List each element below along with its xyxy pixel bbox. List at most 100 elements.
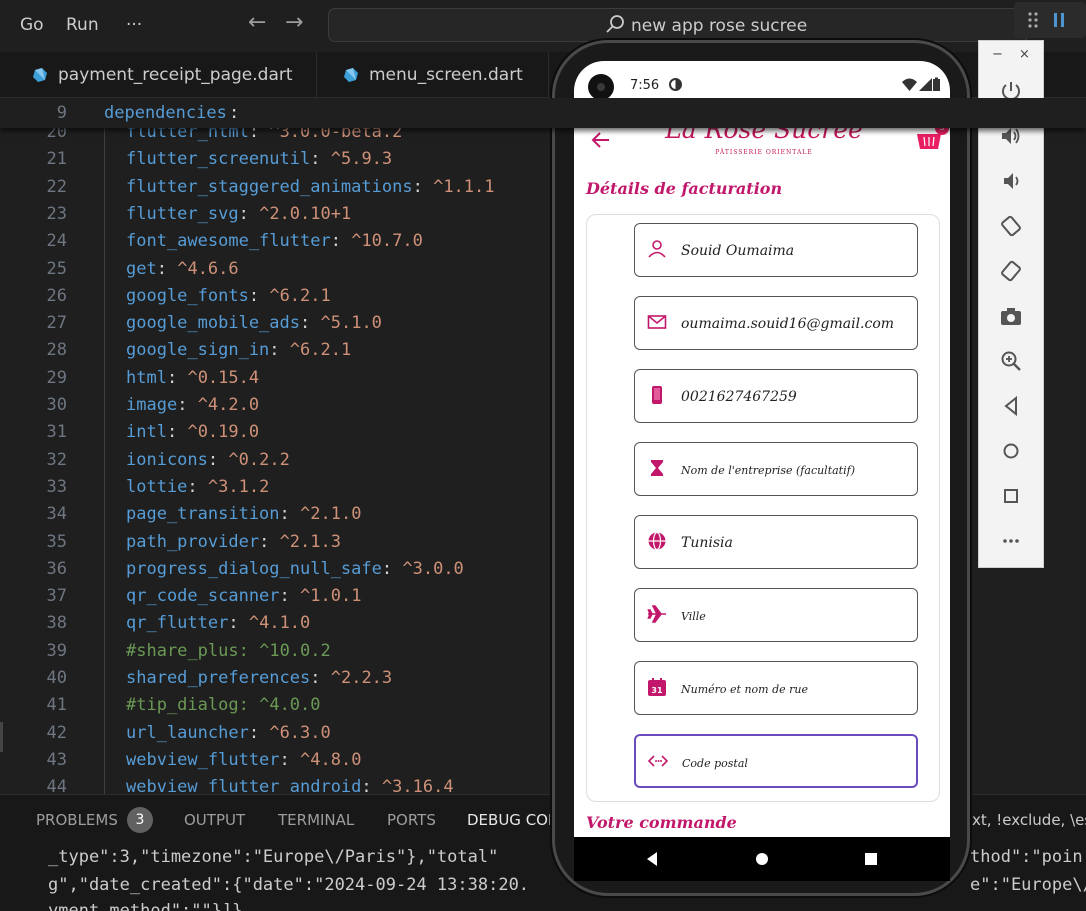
command-center-search[interactable]: new app rose sucree bbox=[328, 8, 1028, 42]
menu-run[interactable]: Run bbox=[66, 15, 99, 35]
dart-icon bbox=[344, 68, 358, 82]
phone-field[interactable]: 0021627467259 bbox=[634, 369, 918, 423]
panel-tab-debug-console[interactable]: DEBUG CON bbox=[467, 811, 559, 829]
panel-tab-ports[interactable]: PORTS bbox=[387, 811, 436, 829]
camera-icon[interactable] bbox=[999, 304, 1023, 328]
dependency-version: ^4.0.0 bbox=[259, 695, 321, 716]
tab-menu-screen[interactable]: menu_screen.dart bbox=[317, 52, 549, 98]
debug-filter-input[interactable]: xt, !exclude, \es bbox=[972, 811, 1086, 829]
android-emulator-device: 7:56 La Rose Sucrée PÂTISSERIE ORIENTALE bbox=[552, 40, 970, 896]
line-number: 36 bbox=[46, 558, 67, 579]
colon: : bbox=[310, 149, 321, 170]
dependency-name: google_fonts bbox=[126, 285, 249, 306]
country-field[interactable]: Tunisia bbox=[634, 515, 918, 569]
rotate-right-icon[interactable] bbox=[999, 259, 1023, 283]
full-name-field[interactable]: Souid Oumaima bbox=[634, 223, 918, 277]
nav-overview-icon[interactable] bbox=[861, 849, 881, 869]
code-text: flutter_staggered_animations: ^1.1.1 bbox=[126, 177, 495, 197]
hourglass-icon bbox=[651, 460, 663, 476]
dart-icon bbox=[33, 68, 47, 82]
colon: : bbox=[269, 340, 280, 361]
field-value: Numéro et nom de rue bbox=[681, 683, 808, 696]
overview-icon[interactable] bbox=[999, 484, 1023, 508]
rotate-left-icon[interactable] bbox=[999, 214, 1023, 238]
back-icon[interactable] bbox=[999, 394, 1023, 418]
code-text: path_provider: ^2.1.3 bbox=[126, 532, 341, 552]
back-arrow-icon[interactable]: ← bbox=[248, 10, 266, 35]
code-text: #share_plus: ^10.0.2 bbox=[126, 641, 331, 661]
line-number: 34 bbox=[46, 504, 67, 525]
sticky-scroll-header[interactable]: 9 dependencies: bbox=[0, 98, 1086, 128]
emulator-minimize-button[interactable]: − bbox=[992, 47, 1003, 62]
mail-icon bbox=[647, 315, 667, 329]
dependency-version: ^6.2.1 bbox=[269, 285, 331, 306]
dependency-version: ^2.1.0 bbox=[300, 504, 362, 525]
code-text: google_mobile_ads: ^5.1.0 bbox=[126, 313, 382, 333]
dependency-name: intl bbox=[126, 422, 167, 443]
nav-home-icon[interactable] bbox=[752, 849, 772, 869]
line-number: 29 bbox=[46, 367, 67, 388]
line-number: 21 bbox=[46, 149, 67, 170]
zoom-icon[interactable] bbox=[999, 349, 1023, 373]
wifi-icon bbox=[902, 78, 917, 91]
forward-arrow-icon[interactable]: → bbox=[285, 10, 303, 35]
sticky-key: dependencies bbox=[104, 103, 227, 123]
nav-back-icon[interactable] bbox=[642, 849, 662, 869]
line-number: 35 bbox=[46, 531, 67, 552]
emulator-close-button[interactable]: × bbox=[1019, 47, 1030, 62]
more-icon[interactable] bbox=[999, 529, 1023, 553]
colon: : bbox=[300, 313, 311, 334]
line-number: 33 bbox=[46, 476, 67, 497]
code-text: html: ^0.15.4 bbox=[126, 368, 259, 388]
tab-label: payment_receipt_page.dart bbox=[58, 65, 293, 85]
colon: : bbox=[381, 558, 393, 579]
dependency-name: url_launcher bbox=[126, 722, 249, 743]
tab-label: menu_screen.dart bbox=[369, 65, 523, 85]
panel-tab-problems[interactable]: PROBLEMS bbox=[36, 811, 118, 829]
scroll-gutter-mark bbox=[0, 722, 3, 752]
colon: : bbox=[310, 668, 321, 688]
dependency-version: ^4.8.0 bbox=[300, 749, 362, 770]
field-value: Ville bbox=[681, 610, 706, 623]
dependency-version: ^4.6.6 bbox=[177, 258, 239, 279]
front-camera bbox=[588, 74, 614, 100]
field-value: Tunisia bbox=[681, 535, 733, 551]
city-field[interactable]: Ville bbox=[634, 588, 918, 642]
dependency-name: flutter_staggered_animations bbox=[126, 176, 413, 197]
back-arrow-icon[interactable] bbox=[590, 129, 612, 151]
dependency-version: ^2.0.10+1 bbox=[259, 203, 352, 224]
colon: : bbox=[238, 695, 249, 716]
line-number: 43 bbox=[46, 749, 67, 770]
search-icon bbox=[606, 15, 624, 33]
street-field[interactable]: 31 Numéro et nom de rue bbox=[634, 661, 918, 715]
colon: : bbox=[238, 203, 249, 224]
dependency-name: #share_plus bbox=[126, 640, 239, 661]
panel-tab-terminal[interactable]: TERMINAL bbox=[278, 811, 354, 829]
dependency-version: ^3.1.2 bbox=[207, 476, 270, 497]
tab-payment-receipt-page[interactable]: payment_receipt_page.dart bbox=[6, 52, 317, 98]
code-text: progress_dialog_null_safe: ^3.0.0 bbox=[126, 559, 464, 579]
field-value: Nom de l'entreprise (facultatif) bbox=[681, 464, 855, 477]
code-text: qr_flutter: ^4.1.0 bbox=[126, 613, 310, 633]
grip-icon bbox=[1028, 12, 1064, 28]
colon: : bbox=[207, 449, 219, 470]
company-field[interactable]: Nom de l'entreprise (facultatif) bbox=[634, 442, 918, 496]
email-field[interactable]: oumaima.souid16@gmail.com bbox=[634, 296, 918, 350]
volume-down-icon[interactable] bbox=[999, 169, 1023, 193]
brand-logo-subtitle: PÂTISSERIE ORIENTALE bbox=[715, 149, 813, 156]
panel-tab-output[interactable]: OUTPUT bbox=[184, 811, 245, 829]
home-icon[interactable] bbox=[999, 439, 1023, 463]
colon: : bbox=[279, 749, 290, 770]
postcode-field[interactable]: Code postal bbox=[634, 734, 918, 788]
dependency-version: ^1.0.1 bbox=[300, 586, 362, 607]
menu-more[interactable]: ··· bbox=[126, 15, 142, 35]
code-text: webview_flutter: ^4.8.0 bbox=[126, 750, 361, 770]
dependency-name: qr_flutter bbox=[126, 613, 229, 634]
command-center-text: new app rose sucree bbox=[631, 16, 808, 36]
emulator-drag-handle[interactable] bbox=[1014, 2, 1086, 38]
device-screen[interactable]: 7:56 La Rose Sucrée PÂTISSERIE ORIENTALE bbox=[574, 61, 950, 837]
person-icon bbox=[648, 240, 666, 258]
menu-go[interactable]: Go bbox=[20, 15, 44, 35]
line-number: 22 bbox=[46, 176, 67, 197]
colon: : bbox=[166, 367, 178, 388]
